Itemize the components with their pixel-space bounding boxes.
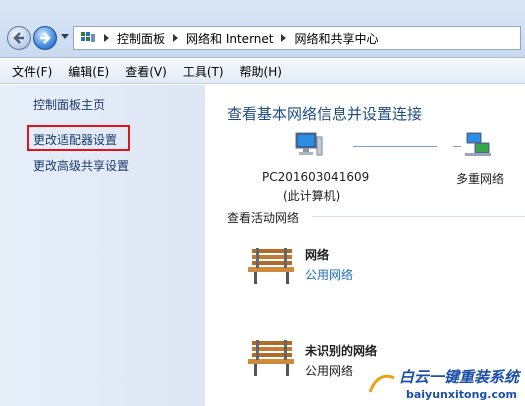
computer-subtitle: (此计算机) [283, 189, 341, 203]
history-dropdown-icon[interactable] [61, 34, 69, 39]
watermark: 白云一键重装系统 baiyunxitong.com [366, 360, 525, 406]
menu-view[interactable]: 查看(V) [117, 63, 175, 80]
watermark-logo-icon [368, 374, 395, 393]
connection-line [453, 146, 461, 147]
menu-edit[interactable]: 编辑(E) [60, 63, 117, 80]
back-arrow-icon [13, 32, 24, 44]
breadcrumb-control-panel[interactable]: 控制面板 [117, 30, 165, 47]
section-divider [312, 216, 525, 217]
network-map-label[interactable]: 多重网络 [456, 170, 504, 187]
public-network-bench-icon [248, 248, 294, 284]
multiple-networks-icon [465, 132, 491, 156]
network-name: 未识别的网络 [305, 344, 378, 358]
sidebar-item-control-panel-home[interactable]: 控制面板主页 [33, 96, 105, 113]
breadcrumb-separator-icon [281, 34, 287, 42]
network-type: 公用网络 [305, 364, 354, 378]
menu-help[interactable]: 帮助(H) [232, 63, 290, 80]
network-folder-icon [80, 31, 96, 45]
breadcrumb-separator-icon [104, 34, 109, 42]
menu-bar: 文件(F) 编辑(E) 查看(V) 工具(T) 帮助(H) [0, 59, 525, 84]
menu-file[interactable]: 文件(F) [4, 63, 60, 80]
forward-arrow-icon [40, 32, 51, 44]
watermark-url: baiyunxitong.com [405, 388, 517, 401]
public-network-bench-icon [248, 340, 294, 376]
menu-tools[interactable]: 工具(T) [175, 63, 232, 80]
sidebar-item-change-adapter-settings[interactable]: 更改适配器设置 [33, 131, 117, 148]
computer-icon [295, 132, 323, 156]
network-type-link[interactable]: 公用网络 [305, 266, 353, 283]
page-title: 查看基本网络信息并设置连接 [227, 105, 423, 123]
connection-line [353, 146, 437, 147]
forward-button[interactable] [33, 26, 57, 50]
sidebar-item-advanced-sharing-settings[interactable]: 更改高级共享设置 [33, 157, 129, 174]
computer-name: PC201603041609 [262, 170, 370, 184]
breadcrumb-network-internet[interactable]: 网络和 Internet [186, 30, 273, 47]
watermark-title: 白云一键重装系统 [398, 368, 519, 386]
breadcrumb[interactable]: 控制面板 网络和 Internet 网络和共享中心 [73, 26, 521, 50]
address-bar-area: 控制面板 网络和 Internet 网络和共享中心 [0, 0, 525, 58]
breadcrumb-separator-icon [173, 34, 179, 42]
back-button[interactable] [7, 26, 31, 50]
network-name: 网络 [305, 248, 330, 262]
breadcrumb-network-sharing-center[interactable]: 网络和共享中心 [294, 30, 378, 47]
active-networks-heading: 查看活动网络 [227, 211, 300, 225]
